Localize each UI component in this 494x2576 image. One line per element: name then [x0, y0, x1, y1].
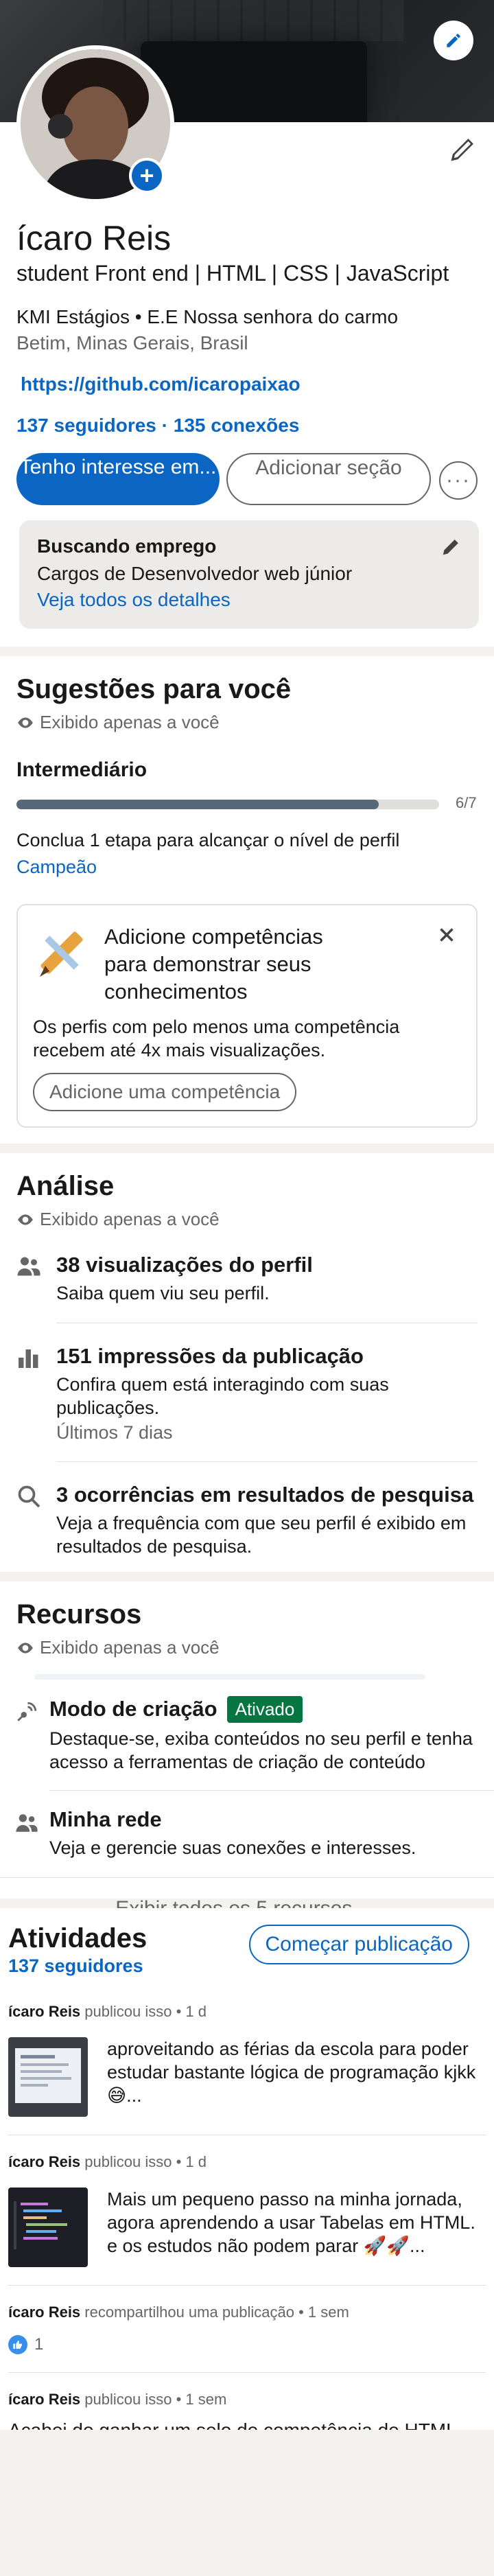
profile-website-link[interactable]: https://github.com/icaropaixao	[21, 373, 301, 395]
status-badge: Ativado	[226, 1695, 303, 1723]
resource-my-network[interactable]: Minha rede Veja e gerencie suas conexões…	[0, 1791, 494, 1859]
add-section-button[interactable]: Adicionar seção	[226, 453, 431, 505]
add-skill-button[interactable]: Adicione uma competência	[33, 1072, 297, 1111]
profile-card: + ícaro Reis student Front end | HTML | …	[0, 0, 494, 647]
eye-icon	[18, 1642, 33, 1653]
post-thumbnail	[8, 2037, 88, 2117]
open-to-button[interactable]: Tenho interesse em...	[16, 453, 220, 505]
visibility-note: Exibido apenas a você	[16, 1637, 220, 1658]
resources-section: Recursos Exibido apenas a você Modo de c…	[0, 1581, 494, 1920]
analytics-item-post-impressions[interactable]: 151 impressões da publicação Confira que…	[16, 1344, 478, 1443]
post-text: Mais um pequeno passo na minha jornada, …	[107, 2189, 475, 2256]
profile-headline: student Front end | HTML | CSS | JavaScr…	[16, 261, 449, 286]
next-level-link[interactable]: Campeão	[16, 857, 478, 878]
section-title: Análise	[16, 1171, 115, 1201]
resource-creator-mode[interactable]: Modo de criação Ativado Destaque-se, exi…	[0, 1680, 494, 1774]
profile-progress-bar: 6/7	[16, 794, 477, 811]
add-skills-heading: Adicione competências para demonstrar se…	[104, 924, 323, 1003]
add-skills-card: Adicione competências para demonstrar se…	[16, 903, 478, 1128]
profile-location: Betim, Minas Gerais, Brasil	[16, 332, 248, 353]
suggestions-section: Sugestões para você Exibido apenas a voc…	[0, 656, 494, 1144]
more-button[interactable]: ···	[439, 461, 478, 500]
eye-icon	[18, 717, 33, 728]
resources-scrollbar[interactable]	[34, 1673, 425, 1680]
activity-post[interactable]: ícaro Reis publicou isso • 1 d Mais um p…	[8, 2153, 486, 2267]
connections-link[interactable]: 137 seguidores · 135 conexões	[16, 415, 299, 437]
post-thumbnail	[8, 2188, 88, 2267]
eye-icon	[18, 1214, 33, 1225]
section-title: Recursos	[16, 1599, 142, 1629]
progress-fill	[16, 799, 379, 809]
like-icon	[8, 2335, 27, 2354]
open-to-work-title: Buscando emprego	[37, 535, 217, 557]
open-to-work-roles: Cargos de Desenvolvedor web júnior	[37, 563, 353, 584]
analytics-section: Análise Exibido apenas a você 38 visuali…	[0, 1153, 494, 1572]
pencil-icon[interactable]	[440, 537, 461, 557]
start-post-button[interactable]: Começar publicação	[248, 1925, 469, 1964]
profile-name: ícaro Reis	[16, 219, 172, 257]
activity-post[interactable]: ícaro Reis publicou isso • 1 sem Acabei …	[8, 2391, 486, 2430]
cover-edit-button[interactable]	[434, 21, 473, 60]
profile-level: Intermediário	[16, 758, 148, 781]
visibility-note: Exibido apenas a você	[16, 1209, 220, 1230]
activity-repost[interactable]: ícaro Reis recompartilhou uma publicação…	[8, 2304, 486, 2354]
add-photo-button[interactable]: +	[129, 158, 165, 194]
pencil-icon[interactable]	[447, 135, 478, 165]
open-to-work-card[interactable]: Buscando emprego Cargos de Desenvolvedor…	[19, 520, 479, 629]
ruler-pencil-icon	[40, 931, 83, 977]
activity-section: Atividades 137 seguidores Começar public…	[0, 1908, 494, 2430]
search-icon	[18, 1485, 40, 1507]
activity-post[interactable]: ícaro Reis publicou isso • 1 d aproveita…	[8, 2003, 486, 2117]
analytics-item-search-appearances[interactable]: 3 ocorrências em resultados de pesquisa …	[16, 1483, 478, 1558]
analytics-item-profile-views[interactable]: 38 visualizações do perfil Saiba quem vi…	[16, 1253, 478, 1305]
bar-chart-icon	[19, 1349, 38, 1368]
reactions-count[interactable]: 1	[8, 2335, 486, 2354]
add-skills-description: Os perfis com pelo menos uma competência…	[33, 1016, 400, 1060]
visibility-note: Exibido apenas a você	[16, 712, 220, 733]
profile-education[interactable]: KMI Estágios • E.E Nossa senhora do carm…	[16, 306, 398, 328]
section-title: Sugestões para você	[16, 674, 292, 704]
post-text: aproveitando as férias da escola para po…	[107, 2039, 476, 2106]
post-text: Acabei de ganhar um selo de competência …	[8, 2418, 486, 2430]
satellite-icon	[17, 1702, 37, 1721]
progress-label: 6/7	[456, 793, 477, 811]
people-icon	[16, 1813, 38, 1832]
progress-step-text: Conclua 1 etapa para alcançar o nível de…	[16, 829, 400, 850]
people-icon	[17, 1257, 40, 1275]
open-to-work-details-link[interactable]: Veja todos os detalhes	[37, 589, 461, 611]
pencil-icon	[447, 34, 460, 47]
plus-icon: +	[139, 161, 154, 189]
close-icon[interactable]	[435, 923, 458, 947]
